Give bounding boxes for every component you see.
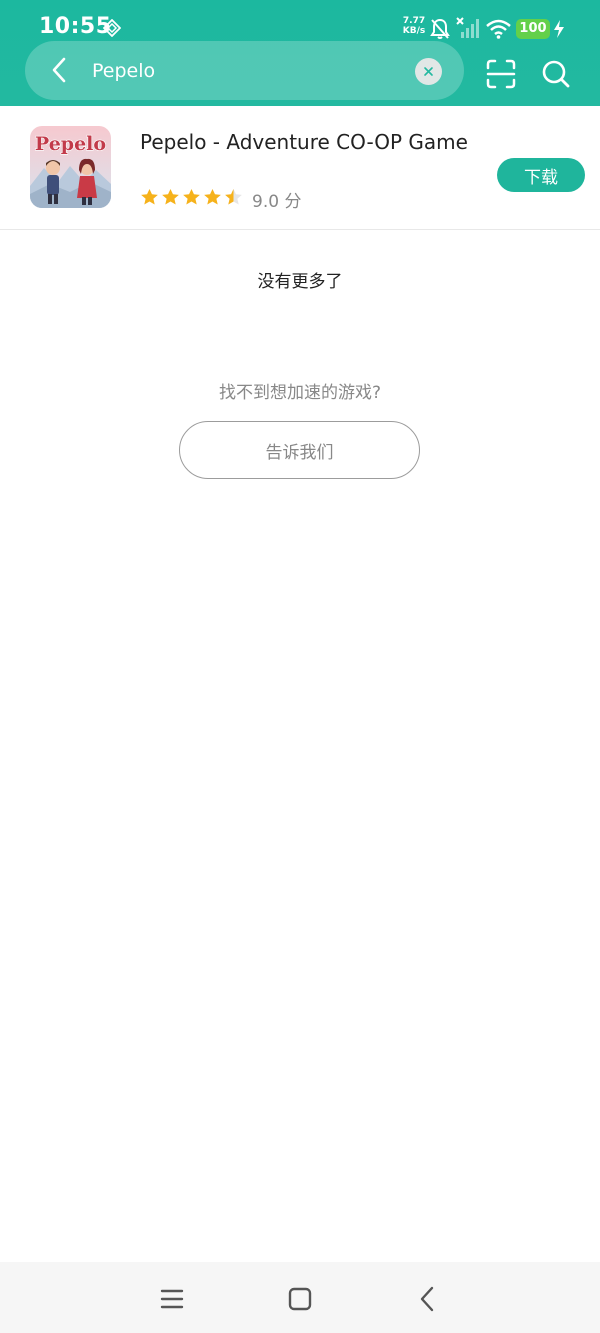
close-icon — [424, 67, 433, 76]
wifi-icon — [486, 19, 511, 39]
search-input[interactable] — [92, 55, 392, 87]
rating-score: 9.0 分 — [252, 192, 302, 212]
star-half-icon — [225, 188, 242, 205]
signal-no-sim-icon — [456, 17, 479, 38]
scan-icon[interactable] — [486, 59, 516, 89]
game-title[interactable]: Pepelo - Adventure CO-OP Game — [140, 130, 468, 154]
back-arrow-icon[interactable] — [45, 55, 75, 85]
status-time: 10:55 — [39, 14, 112, 39]
download-button[interactable]: 下载 — [497, 158, 585, 192]
menu-icon[interactable] — [157, 1284, 187, 1314]
not-found-text: 找不到想加速的游戏? — [218, 383, 382, 403]
home-icon[interactable] — [285, 1284, 315, 1314]
star-full-icon — [183, 188, 200, 205]
status-bar: 10:55 7.77 KB/s 100 — [0, 0, 600, 44]
tell-us-button[interactable]: 告诉我们 — [179, 421, 420, 479]
network-speed: 7.77 KB/s — [400, 16, 428, 36]
network-speed-unit: KB/s — [402, 26, 426, 36]
header-bar: 10:55 7.77 KB/s 100 — [0, 0, 600, 106]
system-navigation-bar — [0, 1262, 600, 1333]
mute-bell-icon — [430, 18, 450, 39]
game-icon-logo-text: Pepelo — [35, 133, 106, 155]
network-speed-value: 7.77 — [402, 16, 426, 26]
star-full-icon — [204, 188, 221, 205]
no-more-text: 没有更多了 — [257, 272, 343, 292]
back-icon[interactable] — [413, 1284, 443, 1314]
game-icon[interactable]: Pepelo — [30, 126, 111, 208]
star-full-icon — [141, 188, 158, 205]
clear-search-button[interactable] — [415, 58, 442, 85]
star-full-icon — [162, 188, 179, 205]
search-icon[interactable] — [541, 59, 571, 89]
app-status-icon — [103, 19, 121, 37]
charging-icon — [554, 20, 564, 38]
battery-indicator: 100 — [516, 19, 550, 39]
rating-stars — [140, 188, 243, 206]
game-result-row[interactable]: Pepelo Pepelo - Adventure CO-OP Game 9.0… — [0, 106, 600, 230]
search-box — [25, 41, 464, 100]
